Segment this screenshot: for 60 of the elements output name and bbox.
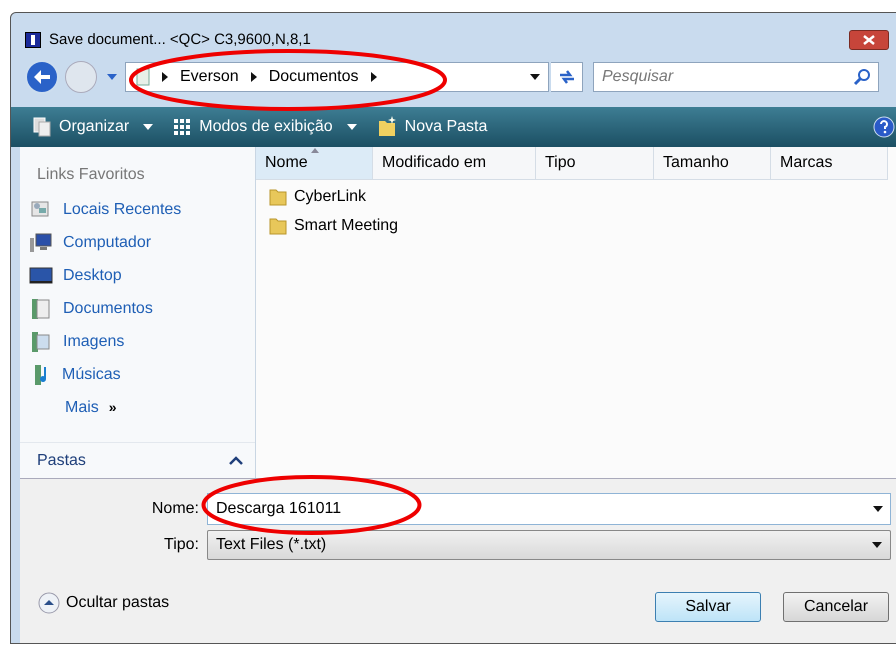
folders-header[interactable]: Pastas xyxy=(20,442,255,478)
filename-field[interactable]: Descarga 161011 xyxy=(207,493,891,525)
folder-icon xyxy=(268,187,288,207)
favorite-link[interactable]: Músicas xyxy=(29,362,255,387)
history-caret-icon xyxy=(107,74,117,80)
column-header[interactable]: Tamanho xyxy=(654,147,771,180)
breadcrumb[interactable]: Everson xyxy=(180,65,239,89)
folder-item[interactable]: Smart Meeting xyxy=(268,214,896,238)
column-header[interactable]: Nome xyxy=(256,147,373,180)
hide-folders-toggle[interactable]: Ocultar pastas xyxy=(38,591,170,615)
new-folder-icon xyxy=(376,116,397,138)
close-button[interactable] xyxy=(849,30,889,50)
folder-icon xyxy=(268,216,288,236)
more-link[interactable]: Mais xyxy=(65,396,99,420)
cancel-button[interactable]: Cancelar xyxy=(783,592,889,622)
favorite-link[interactable]: Desktop xyxy=(29,263,255,288)
collapse-icon xyxy=(38,592,60,614)
address-bar[interactable]: Everson Documentos xyxy=(125,62,549,92)
chevron-right-icon xyxy=(162,72,168,82)
favorite-link[interactable]: Imagens xyxy=(29,329,255,354)
breadcrumb[interactable]: Documentos xyxy=(268,65,359,89)
column-header[interactable]: Marcas xyxy=(771,147,888,180)
toolbar-button[interactable]: Organizar xyxy=(33,115,154,139)
toolbar-button[interactable]: Nova Pasta xyxy=(376,115,488,139)
section-heading: Links Favoritos xyxy=(37,165,146,185)
name-label: Nome: xyxy=(150,499,200,519)
save-button[interactable]: Salvar xyxy=(655,592,761,622)
double-chevron-icon: » xyxy=(108,397,117,418)
chevron-right-icon xyxy=(370,72,377,82)
folder-item[interactable]: CyberLink xyxy=(268,185,896,209)
favorite-link[interactable]: Documentos xyxy=(29,296,255,321)
column-header[interactable]: Modificado em xyxy=(373,147,536,180)
refresh-icon xyxy=(558,69,576,85)
music-icon xyxy=(35,364,46,384)
dropdown-caret-icon xyxy=(530,74,540,80)
close-icon xyxy=(863,35,875,45)
chevron-right-icon xyxy=(250,72,257,82)
pages-icon xyxy=(33,117,51,137)
type-label: Tipo: xyxy=(163,535,200,555)
column-header[interactable]: Tipo xyxy=(536,147,654,180)
dropdown-caret-icon xyxy=(873,506,883,512)
window-title: Save document... <QC> C3,9600,N,8,1 xyxy=(49,30,311,50)
filetype-dropdown[interactable]: Text Files (*.txt) xyxy=(207,530,891,560)
desktop-icon xyxy=(29,264,53,286)
dropdown-caret-icon xyxy=(872,542,882,548)
grid-icon xyxy=(173,118,192,136)
favorite-link[interactable]: Locais Recentes xyxy=(29,197,255,222)
refresh-button[interactable] xyxy=(551,62,583,92)
toolbar-button[interactable]: Modos de exibição xyxy=(173,115,357,139)
search-field[interactable]: Pesquisar xyxy=(593,62,879,92)
help-icon[interactable] xyxy=(873,116,895,138)
chevron-up-icon xyxy=(229,456,243,465)
caret-icon xyxy=(143,124,154,130)
sort-arrow-icon xyxy=(311,148,319,153)
app-icon xyxy=(25,32,41,48)
caret-icon xyxy=(346,124,357,130)
computer-icon xyxy=(29,232,53,254)
favorite-link[interactable]: Computador xyxy=(29,230,255,255)
search-icon xyxy=(853,68,871,86)
back-arrow-icon xyxy=(34,70,50,84)
